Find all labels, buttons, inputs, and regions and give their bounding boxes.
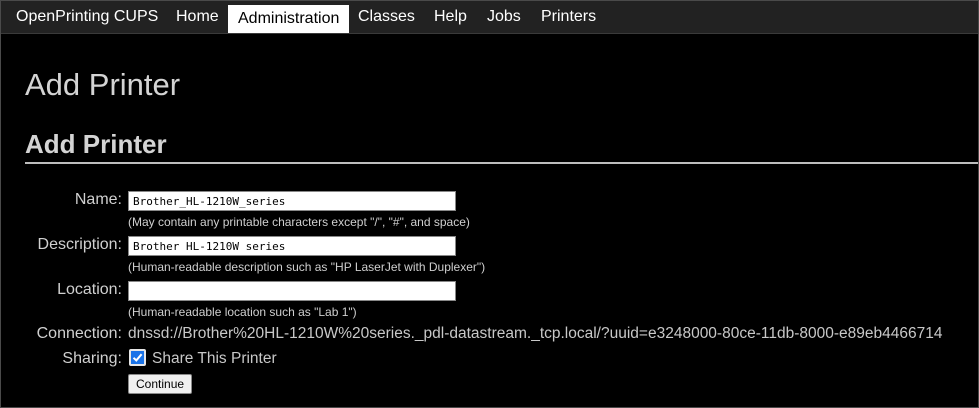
location-help-text: (Human-readable location such as "Lab 1"… bbox=[128, 305, 357, 319]
sharing-label: Sharing: bbox=[62, 350, 122, 367]
nav-item-help[interactable]: Help bbox=[434, 1, 467, 33]
share-printer-checkbox[interactable] bbox=[129, 349, 146, 366]
page-title: Add Printer bbox=[25, 67, 181, 102]
nav-item-classes[interactable]: Classes bbox=[358, 1, 415, 33]
share-printer-label[interactable]: Share This Printer bbox=[152, 349, 277, 369]
continue-button[interactable]: Continue bbox=[128, 374, 193, 394]
location-field[interactable] bbox=[128, 281, 456, 301]
checkmark-icon bbox=[132, 353, 143, 362]
section-divider bbox=[25, 162, 978, 164]
connection-uri: dnssd://Brother%20HL-1210W%20series._pdl… bbox=[128, 325, 943, 342]
name-label: Name: bbox=[74, 191, 122, 208]
nav-item-administration[interactable]: Administration bbox=[228, 5, 350, 33]
nav-item-home[interactable]: Home bbox=[176, 1, 219, 33]
location-label: Location: bbox=[57, 281, 122, 298]
top-navigation: OpenPrinting CUPS Home Administration Cl… bbox=[1, 1, 978, 34]
name-help-text: (May contain any printable characters ex… bbox=[128, 215, 470, 229]
cups-window: OpenPrinting CUPS Home Administration Cl… bbox=[0, 0, 979, 408]
name-field[interactable] bbox=[128, 191, 456, 211]
nav-item-printers[interactable]: Printers bbox=[541, 1, 596, 33]
description-label: Description: bbox=[37, 236, 122, 253]
section-title: Add Printer bbox=[25, 129, 167, 159]
nav-item-jobs[interactable]: Jobs bbox=[487, 1, 521, 33]
nav-brand-link[interactable]: OpenPrinting CUPS bbox=[16, 1, 158, 33]
connection-label: Connection: bbox=[36, 325, 122, 342]
description-help-text: (Human-readable description such as "HP … bbox=[128, 260, 486, 274]
description-field[interactable] bbox=[128, 236, 456, 256]
